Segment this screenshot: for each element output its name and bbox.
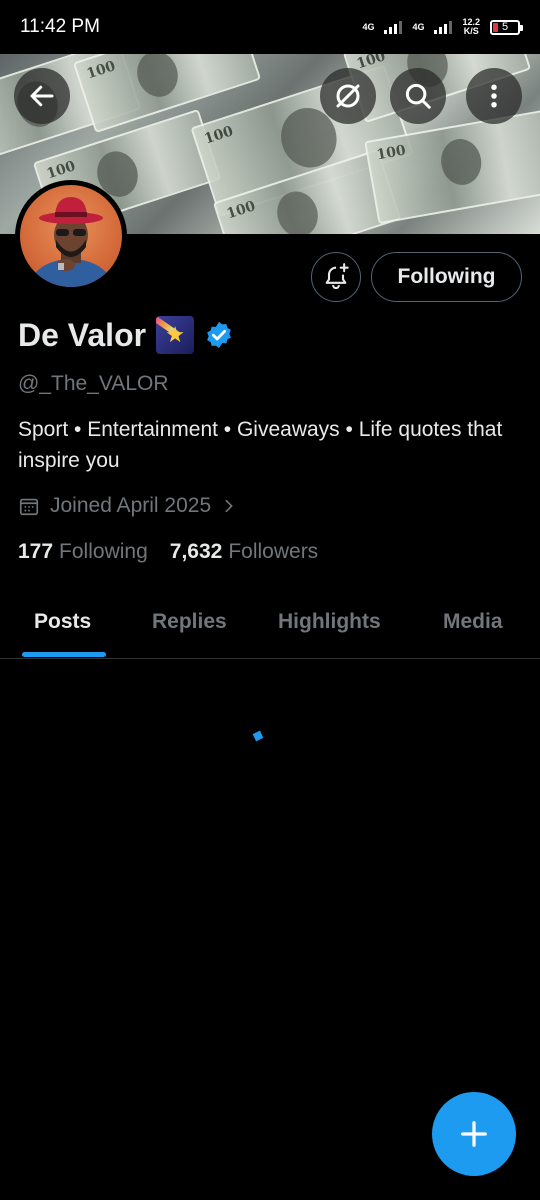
profile-avatar[interactable] — [15, 180, 127, 292]
status-time: 11:42 PM — [20, 16, 100, 37]
network-indicator-1: 4G — [362, 21, 375, 32]
joined-text: Joined April 2025 — [50, 494, 212, 517]
following-stat[interactable]: 177 Following — [18, 540, 148, 564]
tab-posts[interactable]: Posts — [34, 610, 91, 634]
calendar-icon — [19, 498, 39, 516]
profile-name-row: De Valor ★ — [18, 316, 234, 354]
signal-icon-2 — [434, 20, 453, 34]
search-button[interactable] — [390, 68, 446, 124]
more-vertical-icon — [491, 84, 497, 108]
notify-button[interactable] — [311, 252, 361, 302]
battery-icon: 5 — [490, 19, 523, 35]
signal-icon — [384, 20, 403, 34]
profile-name: De Valor — [18, 316, 147, 353]
bell-plus-icon — [325, 263, 349, 290]
tab-replies[interactable]: Replies — [152, 610, 227, 634]
status-bar: 11:42 PM 4G 4G 12.2 K/S 5 — [0, 0, 540, 54]
following-stat-label: Following — [59, 540, 148, 563]
profile-tabs: Posts Replies Highlights Media — [0, 596, 540, 659]
shooting-star-emoji: ★ — [156, 316, 195, 354]
network-speed: 12.2 K/S — [462, 17, 480, 36]
compose-button[interactable] — [432, 1092, 516, 1176]
active-tab-indicator — [22, 652, 106, 657]
followers-stat-label: Followers — [228, 540, 319, 563]
plus-icon — [461, 1121, 487, 1147]
chevron-right-icon — [225, 499, 233, 513]
follow-stats: 177 Following 7,632 Followers — [18, 540, 318, 564]
following-button[interactable]: Following — [371, 252, 522, 302]
verified-badge-icon[interactable] — [204, 320, 234, 350]
tab-highlights[interactable]: Highlights — [278, 610, 381, 634]
back-button[interactable] — [14, 68, 70, 124]
followers-stat[interactable]: 7,632 Followers — [170, 540, 318, 564]
following-count: 177 — [18, 540, 54, 563]
tab-media[interactable]: Media — [443, 610, 503, 634]
joined-date-row[interactable]: Joined April 2025 — [18, 494, 237, 518]
more-options-button[interactable] — [466, 68, 522, 124]
back-arrow-icon — [30, 85, 54, 107]
network-indicator-2: 4G — [412, 21, 425, 32]
followers-count: 7,632 — [169, 540, 223, 563]
search-icon — [405, 83, 431, 109]
grok-icon — [336, 84, 360, 108]
status-indicators: 4G 4G 12.2 K/S 5 — [362, 17, 523, 36]
avatar-image — [20, 185, 122, 287]
profile-handle: @_The_VALOR — [18, 372, 169, 395]
profile-bio: Sport • Entertainment • Giveaways • Life… — [18, 418, 503, 472]
grok-button[interactable] — [320, 68, 376, 124]
loading-spinner — [252, 730, 264, 742]
